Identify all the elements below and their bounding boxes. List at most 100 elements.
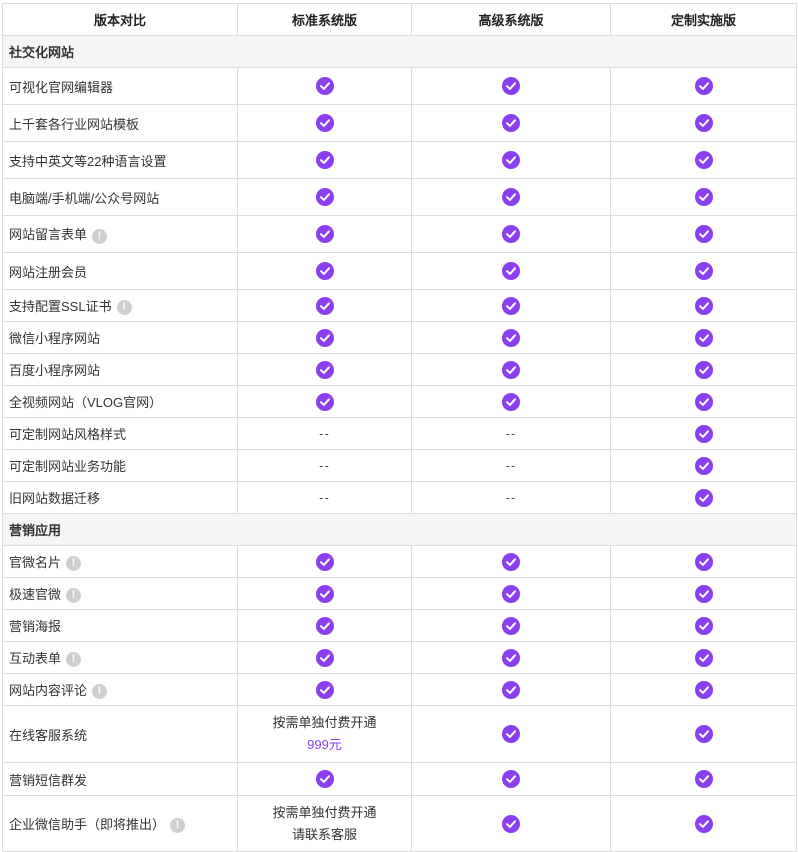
custom-cell <box>610 252 797 290</box>
adv-cell <box>411 545 611 578</box>
check-icon <box>694 770 713 788</box>
check-icon <box>694 616 713 635</box>
check-icon <box>502 392 520 411</box>
std-cell <box>237 609 412 642</box>
feature-label: 微信小程序网站 <box>9 331 101 346</box>
check-icon <box>502 725 520 743</box>
adv-cell <box>411 577 611 610</box>
custom-cell <box>610 577 797 610</box>
check-icon <box>694 552 713 571</box>
not-available-dash: -- <box>319 426 330 441</box>
std-cell: -- <box>237 449 412 482</box>
check-icon <box>315 296 334 315</box>
feature-label: 企业微信助手（即将推出） <box>9 816 166 832</box>
adv-cell <box>411 609 611 642</box>
std-cell: -- <box>237 417 412 450</box>
check-icon <box>315 648 334 667</box>
custom-cell <box>610 385 797 418</box>
feature-label: 上千套各行业网站模板 <box>9 116 140 132</box>
feature-label: 网站留言表单 <box>9 227 88 243</box>
feature-cell: 网站注册会员 <box>2 252 238 290</box>
check-icon <box>502 680 520 699</box>
info-icon[interactable]: ! <box>116 300 132 316</box>
check-icon <box>315 188 334 206</box>
paid-note: 按需单独付费开通 <box>272 715 377 730</box>
table-row: 企业微信助手（即将推出）! 按需单独付费开通 请联系客服 <box>2 795 797 852</box>
custom-cell <box>610 289 797 322</box>
custom-cell <box>610 673 797 706</box>
custom-cell <box>610 545 797 578</box>
check-icon <box>694 360 713 379</box>
std-cell: 按需单独付费开通 999元 <box>237 705 412 763</box>
table-row: 电脑端/手机端/公众号网站 <box>2 178 797 216</box>
custom-cell <box>610 67 797 105</box>
adv-cell <box>411 641 611 674</box>
custom-cell <box>610 641 797 674</box>
header-standard: 标准系统版 <box>237 3 412 36</box>
adv-cell: -- <box>411 481 611 514</box>
table-header: 版本对比 标准系统版 高级系统版 定制实施版 <box>2 3 797 36</box>
not-available-dash: -- <box>505 458 517 473</box>
check-icon <box>694 188 713 206</box>
feature-cell: 上千套各行业网站模板 <box>2 104 238 142</box>
custom-cell <box>610 215 797 253</box>
feature-cell: 百度小程序网站 <box>2 353 238 386</box>
std-cell <box>237 252 412 290</box>
info-icon[interactable]: ! <box>92 228 108 244</box>
info-icon[interactable]: ! <box>66 556 82 572</box>
std-cell <box>237 141 412 179</box>
info-icon[interactable]: ! <box>66 652 82 668</box>
header-custom: 定制实施版 <box>610 3 797 36</box>
feature-label: 营销短信群发 <box>9 772 88 788</box>
info-icon[interactable]: ! <box>66 588 82 604</box>
table-row: 上千套各行业网站模板 <box>2 104 797 142</box>
feature-label: 支持中英文等22种语言设置 <box>9 153 167 169</box>
custom-cell <box>610 321 797 354</box>
feature-cell: 可定制网站业务功能 <box>2 449 238 482</box>
custom-cell <box>610 353 797 386</box>
version-comparison-table: 版本对比 标准系统版 高级系统版 定制实施版 社交化网站 可视化官网编辑器 上千套各… <box>2 3 797 852</box>
custom-cell <box>610 104 797 142</box>
check-icon <box>502 584 520 603</box>
feature-cell: 支持中英文等22种语言设置 <box>2 141 238 179</box>
info-icon[interactable]: ! <box>170 818 186 834</box>
check-icon <box>502 225 520 243</box>
table-row: 网站内容评论! <box>2 673 797 706</box>
check-icon <box>502 77 520 95</box>
check-icon <box>502 151 520 169</box>
check-icon <box>694 225 713 243</box>
std-cell <box>237 215 412 253</box>
check-icon <box>315 262 334 280</box>
custom-cell <box>610 178 797 216</box>
check-icon <box>502 814 520 833</box>
check-icon <box>502 770 520 788</box>
check-icon <box>694 814 713 833</box>
info-icon[interactable]: ! <box>92 684 108 700</box>
adv-cell <box>411 762 611 796</box>
adv-cell <box>411 673 611 706</box>
feature-label: 电脑端/手机端/公众号网站 <box>9 190 160 206</box>
std-cell <box>237 762 412 796</box>
adv-cell <box>411 252 611 290</box>
table-row: 旧网站数据迁移 -- -- <box>2 481 797 514</box>
feature-label: 可定制网站风格样式 <box>9 427 127 442</box>
check-icon <box>694 680 713 699</box>
feature-label: 互动表单 <box>9 650 62 666</box>
feature-cell: 营销海报 <box>2 609 238 642</box>
feature-cell: 企业微信助手（即将推出）! <box>2 795 238 852</box>
std-cell <box>237 385 412 418</box>
table-row: 全视频网站（VLOG官网） <box>2 385 797 418</box>
feature-cell: 全视频网站（VLOG官网） <box>2 385 238 418</box>
feature-label: 旧网站数据迁移 <box>9 491 101 506</box>
check-icon <box>694 584 713 603</box>
table-body: 社交化网站 可视化官网编辑器 上千套各行业网站模板 支持中英文等22种语言设置 电脑端/… <box>2 35 797 852</box>
not-available-dash: -- <box>319 458 330 473</box>
feature-cell: 官微名片! <box>2 545 238 578</box>
adv-cell <box>411 215 611 253</box>
std-cell: 按需单独付费开通 请联系客服 <box>237 795 412 852</box>
table-row: 在线客服系统 按需单独付费开通 999元 <box>2 705 797 763</box>
table-row: 网站注册会员 <box>2 252 797 290</box>
check-icon <box>502 552 520 571</box>
feature-label: 可视化官网编辑器 <box>9 79 114 95</box>
table-row: 可定制网站风格样式 -- -- <box>2 417 797 450</box>
